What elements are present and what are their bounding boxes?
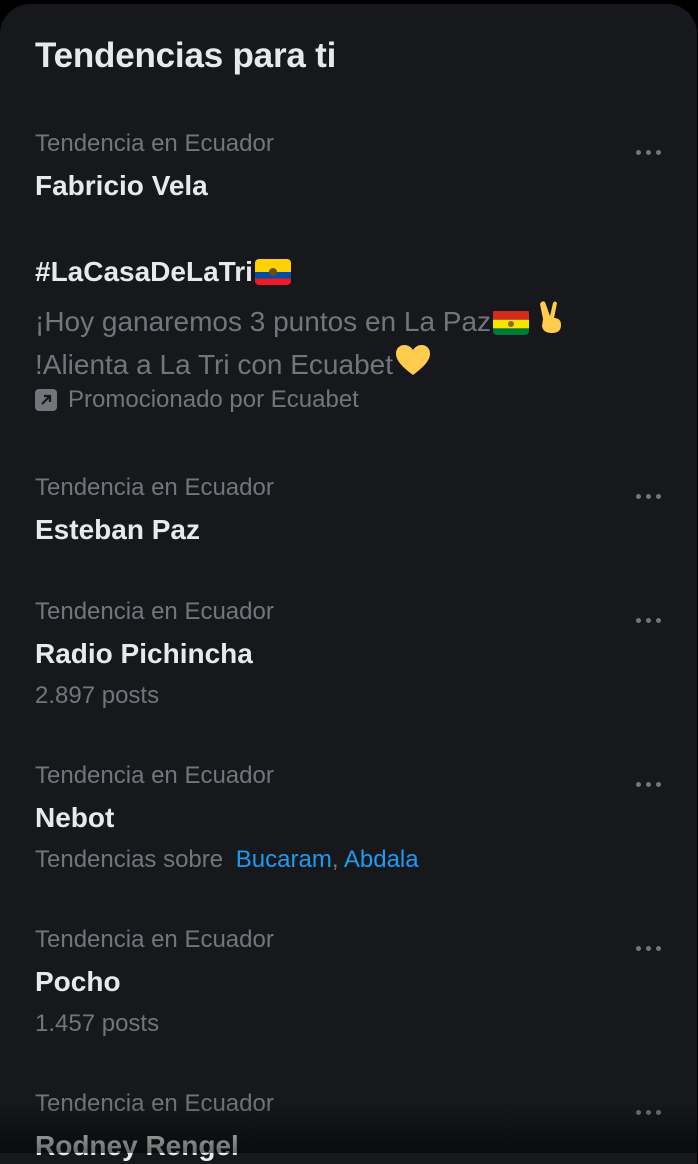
- trend-context: Tendencia en Ecuador: [35, 130, 274, 157]
- trend-item[interactable]: Tendencia en Ecuador Esteban Paz: [0, 474, 697, 564]
- promoted-hashtag: #LaCasaDeLaTri: [35, 256, 291, 288]
- related-link-abdala[interactable]: Abdala: [344, 846, 419, 873]
- promoted-text-line2: !Alienta a La Tri con Ecuabet: [35, 349, 393, 380]
- more-options-icon[interactable]: [628, 142, 668, 162]
- ecuador-flag-icon: [254, 259, 291, 285]
- trend-context: Tendencia en Ecuador: [35, 598, 274, 625]
- bolivia-flag-icon: [493, 309, 530, 335]
- trend-item[interactable]: Tendencia en Ecuador Fabricio Vela: [0, 130, 697, 220]
- trend-item[interactable]: Tendencia en Ecuador Radio Pichincha 2.8…: [0, 598, 697, 718]
- more-options-icon[interactable]: [628, 486, 668, 506]
- related-separator: ,: [331, 846, 339, 873]
- trend-post-count: 1.457 posts: [35, 1010, 160, 1037]
- promoted-by: Promocionado por Ecuabet: [35, 386, 359, 414]
- more-options-icon[interactable]: [628, 938, 668, 958]
- panel-title: Tendencias para ti: [35, 36, 337, 75]
- promoted-description: ¡Hoy ganaremos 3 puntos en La Paz !Alien…: [35, 300, 655, 386]
- trend-context: Tendencia en Ecuador: [35, 1090, 274, 1117]
- more-options-icon[interactable]: [628, 610, 668, 630]
- more-options-icon[interactable]: [628, 1102, 668, 1122]
- trend-name: Rodney Rengel: [35, 1130, 239, 1161]
- promoted-trend-item[interactable]: #LaCasaDeLaTri ¡Hoy ganaremos 3 puntos e…: [0, 256, 697, 426]
- trend-item[interactable]: Tendencia en Ecuador Nebot Tendencias so…: [0, 762, 697, 882]
- trend-context: Tendencia en Ecuador: [35, 474, 274, 501]
- trend-name: Esteban Paz: [35, 514, 200, 545]
- trends-panel: Tendencias para ti Tendencia en Ecuador …: [0, 4, 697, 1164]
- more-options-icon[interactable]: [628, 774, 668, 794]
- related-link-bucaram[interactable]: Bucaram: [236, 846, 332, 873]
- trend-related: Tendencias sobre Bucaram, Abdala: [35, 846, 419, 874]
- promoted-by-label: Promocionado por Ecuabet: [68, 386, 359, 413]
- trend-item[interactable]: Tendencia en Ecuador Pocho 1.457 posts: [0, 926, 697, 1046]
- promoted-arrow-icon: [35, 389, 57, 411]
- trend-context: Tendencia en Ecuador: [35, 762, 274, 789]
- victory-hand-icon: [537, 300, 567, 344]
- trend-related-prefix: Tendencias sobre: [35, 846, 224, 873]
- trend-name: Pocho: [35, 966, 121, 997]
- trend-context: Tendencia en Ecuador: [35, 926, 274, 953]
- yellow-heart-icon: [395, 344, 431, 386]
- trend-name: Radio Pichincha: [35, 638, 253, 669]
- promoted-text-line1: ¡Hoy ganaremos 3 puntos en La Paz: [35, 306, 492, 337]
- trend-post-count: 2.897 posts: [35, 682, 160, 709]
- trend-name: Nebot: [35, 802, 115, 833]
- trend-name: Fabricio Vela: [35, 170, 208, 201]
- promoted-hashtag-text: #LaCasaDeLaTri: [35, 256, 253, 287]
